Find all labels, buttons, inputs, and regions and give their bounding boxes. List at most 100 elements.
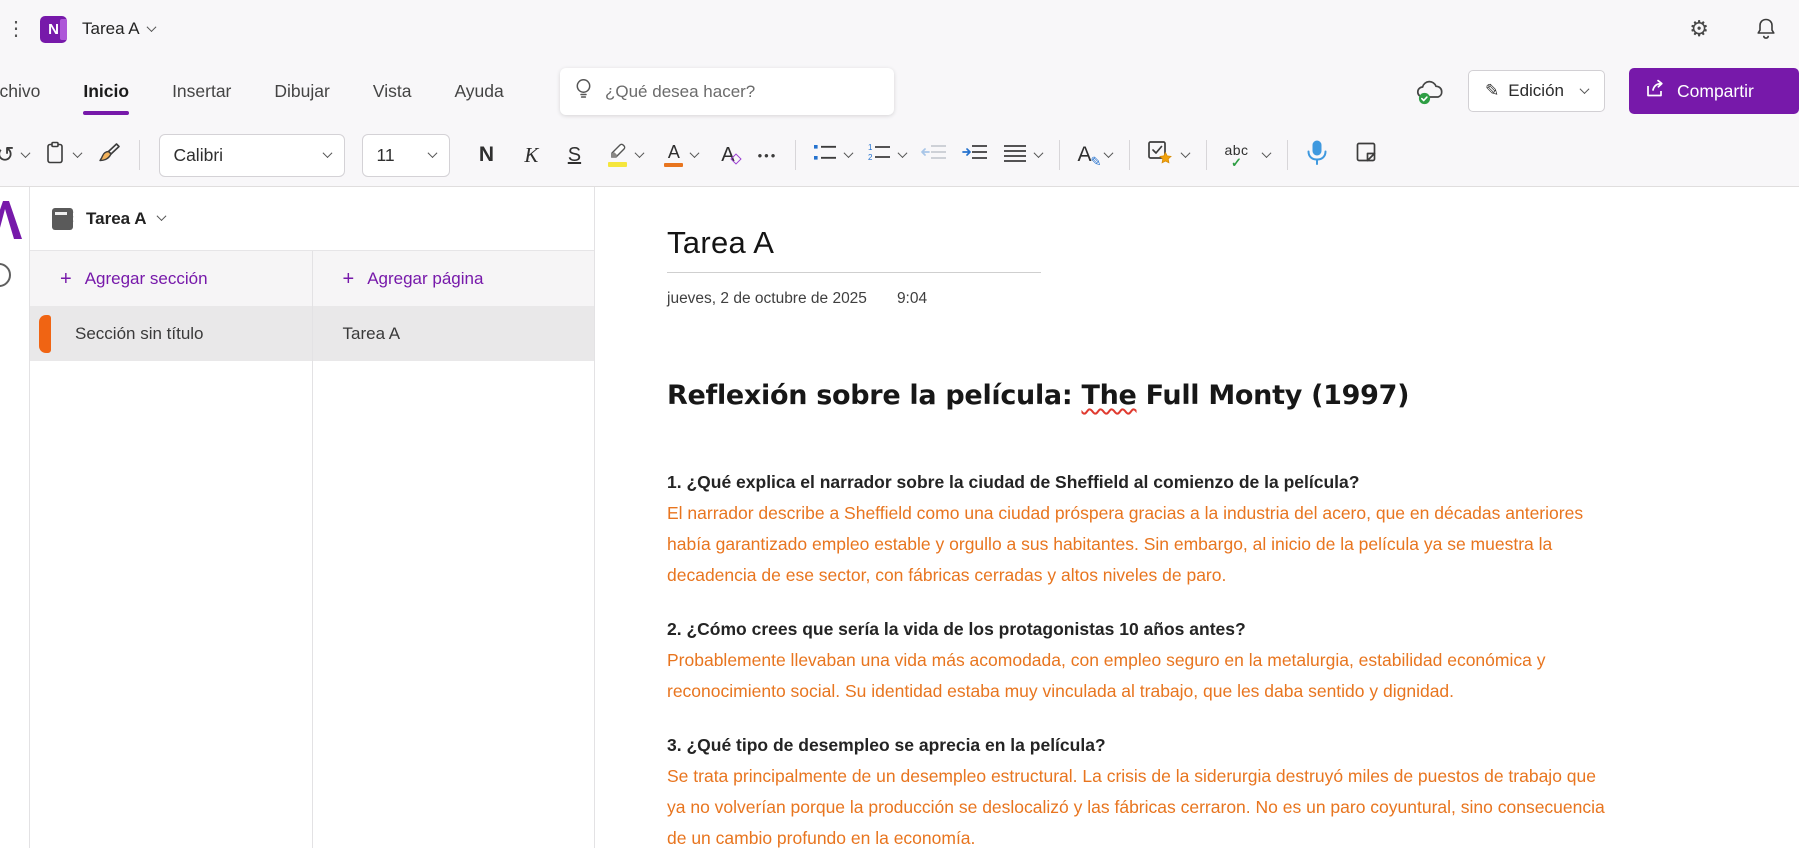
page-date[interactable]: jueves, 2 de octubre de 2025 [667, 290, 867, 308]
answer-2[interactable]: Probablemente llevaban una vida más acom… [667, 645, 1615, 707]
chevron-down-icon[interactable] [635, 148, 645, 158]
notebook-name: Tarea A [86, 209, 146, 229]
pages-column: + Agregar página Tarea A [313, 251, 595, 848]
chevron-down-icon [428, 148, 438, 158]
chevron-down-icon[interactable] [73, 148, 83, 158]
align-justify-icon [1003, 143, 1027, 168]
page-canvas[interactable]: Tarea A jueves, 2 de octubre de 2025 9:0… [595, 187, 1799, 848]
page-item-selected[interactable]: Tarea A [313, 306, 595, 361]
notebook-header[interactable]: Tarea A [30, 187, 594, 251]
document-heading[interactable]: Reflexión sobre la película: The Full Mo… [667, 380, 1799, 411]
more-options-icon: ••• [758, 149, 778, 162]
format-painter-button[interactable] [92, 134, 126, 176]
spelling-abc-icon: abc ✓ [1224, 143, 1248, 167]
font-size-dropdown[interactable]: 11 [362, 134, 450, 177]
tab-dibujar[interactable]: Dibujar [272, 75, 331, 108]
question-2[interactable]: 2. ¿Cómo crees que sería la vida de los … [667, 614, 1615, 645]
document-title[interactable]: Tarea A [82, 19, 140, 39]
section-item-selected[interactable]: Sección sin título [30, 306, 312, 361]
tab-vista[interactable]: Vista [371, 75, 414, 108]
chevron-down-icon[interactable] [146, 22, 156, 32]
chevron-down-icon[interactable] [844, 148, 854, 158]
notebook-icon [52, 208, 73, 230]
title-underline [667, 272, 1041, 273]
format-painter-icon [96, 141, 122, 170]
pencil-icon: ✎ [1485, 81, 1499, 101]
underline-button[interactable]: S [559, 134, 589, 176]
ribbon-tabs: Archivo Inicio Insertar Dibujar Vista Ay… [0, 75, 506, 108]
microphone-icon [1305, 139, 1329, 171]
chevron-down-icon[interactable] [1261, 148, 1271, 158]
numbered-list-icon: 12 [867, 142, 891, 169]
italic-icon: K [524, 143, 538, 168]
decrease-indent-icon [921, 143, 947, 168]
chevron-down-icon[interactable] [1034, 148, 1044, 158]
chevron-down-icon[interactable] [690, 148, 700, 158]
plus-icon: + [343, 269, 355, 289]
share-icon [1645, 78, 1667, 105]
add-section-button[interactable]: + Agregar sección [30, 251, 312, 306]
onenote-app: ⋮ N Tarea A ⚙ Archivo Inicio Insertar Di… [0, 0, 1799, 848]
increase-indent-button[interactable] [958, 134, 992, 176]
chevron-down-icon[interactable] [898, 148, 908, 158]
styles-button[interactable]: A ✎ [1073, 134, 1116, 176]
top-bar: ⋮ N Tarea A ⚙ [0, 0, 1799, 58]
waffle-menu-icon[interactable]: ⋮ [6, 19, 26, 39]
alignment-button[interactable] [999, 134, 1046, 176]
underline-icon: S [568, 144, 581, 167]
styles-pen-icon: ✎ [1091, 154, 1102, 170]
lightbulb-icon [574, 77, 593, 106]
font-name-dropdown[interactable]: Calibri [159, 134, 345, 177]
rail-search-glyph[interactable] [0, 263, 11, 287]
undo-button[interactable]: ↺ [0, 134, 33, 176]
formatting-toolbar: ↺ Calibri 11 N K S [0, 124, 1799, 186]
more-formatting-button[interactable]: ••• [752, 134, 782, 176]
question-answer-list[interactable]: 1. ¿Qué explica el narrador sobre la ciu… [667, 467, 1615, 848]
tab-ayuda[interactable]: Ayuda [452, 75, 505, 108]
decrease-indent-button[interactable] [917, 134, 951, 176]
dictate-button[interactable] [1301, 134, 1333, 176]
question-1[interactable]: 1. ¿Qué explica el narrador sobre la ciu… [667, 467, 1615, 498]
spelling-button[interactable]: abc ✓ [1220, 134, 1273, 176]
sticky-note-button[interactable] [1348, 134, 1382, 176]
search-input[interactable] [605, 82, 880, 102]
tab-inicio[interactable]: Inicio [81, 75, 131, 108]
chevron-down-icon[interactable] [21, 148, 31, 158]
clear-formatting-button[interactable]: A [715, 134, 745, 176]
chevron-down-icon[interactable] [1181, 148, 1191, 158]
paste-button[interactable] [40, 134, 85, 176]
settings-gear-icon[interactable]: ⚙ [1689, 18, 1709, 40]
undo-icon: ↺ [0, 144, 14, 166]
rail-notebook-glyph[interactable] [0, 199, 24, 244]
page-time[interactable]: 9:04 [897, 290, 927, 308]
question-3[interactable]: 3. ¿Qué tipo de desempleo se aprecia en … [667, 730, 1615, 761]
increase-indent-icon [962, 143, 988, 168]
highlight-color-button[interactable] [602, 134, 647, 176]
share-button[interactable]: Compartir [1629, 68, 1799, 114]
chevron-down-icon[interactable] [1104, 148, 1114, 158]
tab-archivo[interactable]: Archivo [0, 75, 42, 108]
tell-me-search[interactable] [560, 68, 894, 115]
font-color-icon: A [664, 143, 683, 168]
tags-todo-button[interactable] [1143, 134, 1193, 176]
font-color-button[interactable]: A [660, 134, 702, 176]
numbered-list-button[interactable]: 12 [863, 134, 910, 176]
edit-mode-button[interactable]: ✎ Edición [1468, 70, 1605, 112]
answer-1[interactable]: El narrador describe a Sheffield como un… [667, 498, 1615, 591]
bullet-list-button[interactable] [809, 134, 856, 176]
plus-icon: + [60, 269, 72, 289]
tab-insertar[interactable]: Insertar [170, 75, 233, 108]
section-color-marker [39, 315, 51, 353]
italic-button[interactable]: K [516, 134, 546, 176]
add-page-button[interactable]: + Agregar página [313, 251, 595, 306]
page-title[interactable]: Tarea A [667, 225, 1799, 261]
chevron-down-icon [323, 148, 333, 158]
font-color-swatch [664, 163, 683, 168]
answer-3[interactable]: Se trata principalmente de un desempleo … [667, 761, 1615, 848]
svg-text:1: 1 [868, 143, 873, 152]
ribbon-right-cluster: ✎ Edición Compartir [1414, 68, 1799, 114]
chevron-down-icon[interactable] [157, 211, 167, 221]
bold-button[interactable]: N [471, 134, 501, 176]
notifications-bell-icon[interactable] [1755, 17, 1777, 41]
navigation-sidebar: Tarea A + Agregar sección Sección sin tí… [30, 187, 595, 848]
